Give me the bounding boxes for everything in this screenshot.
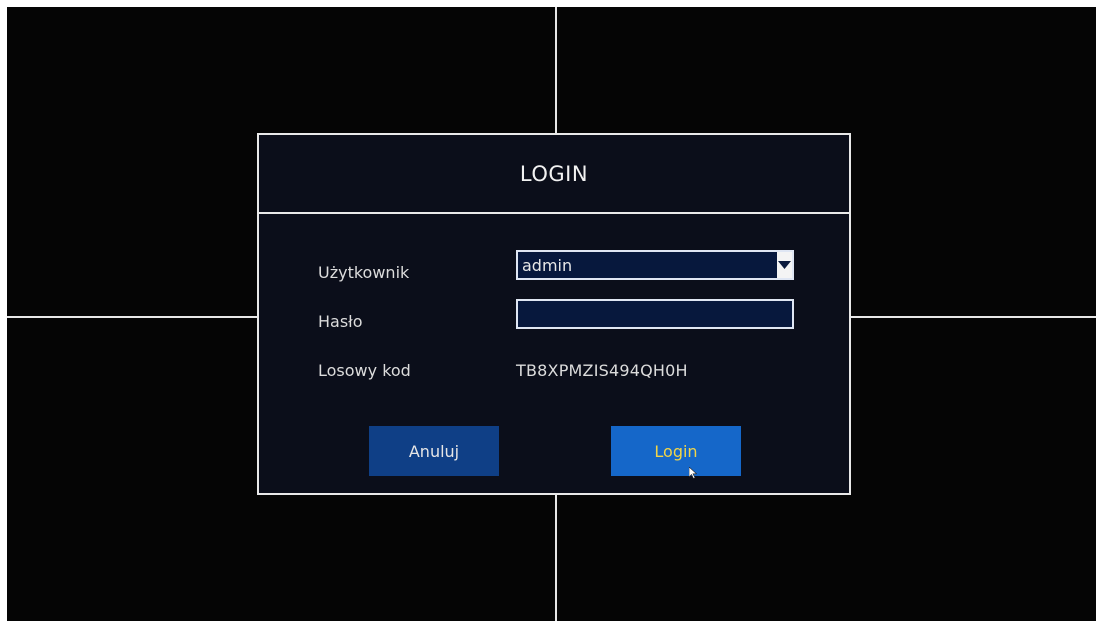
mouse-cursor-icon [689,467,697,479]
dialog-title: LOGIN [519,162,589,186]
random-code-label: Losowy kod [318,361,411,380]
cancel-button[interactable]: Anuluj [369,426,499,476]
password-field[interactable] [516,299,794,329]
random-code-value: TB8XPMZIS494QH0H [516,361,688,380]
login-dialog: LOGIN Użytkownik admin Hasło Losowy kod … [257,133,851,495]
username-label: Użytkownik [318,263,410,282]
username-value: admin [522,256,573,275]
login-button[interactable]: Login [611,426,741,476]
dialog-header: LOGIN [259,135,849,214]
video-grid: LOGIN Użytkownik admin Hasło Losowy kod … [7,7,1096,621]
password-label: Hasło [318,312,363,331]
username-select[interactable]: admin [516,250,794,280]
chevron-down-icon[interactable] [777,252,792,278]
